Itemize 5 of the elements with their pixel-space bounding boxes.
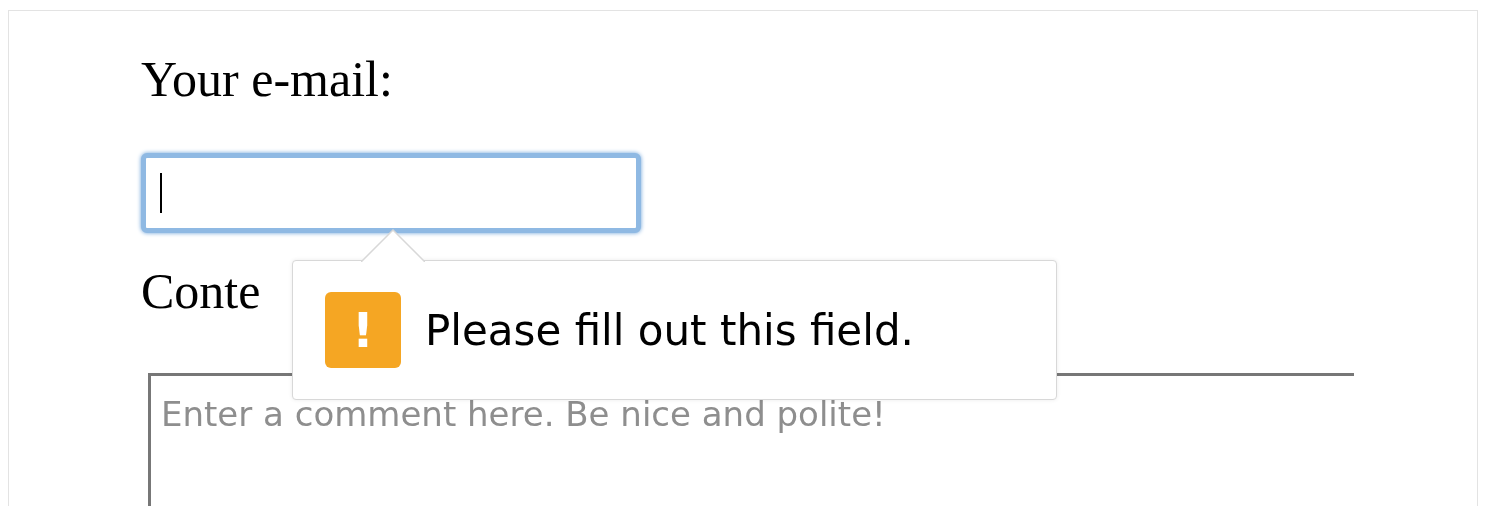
- tooltip-message: Please fill out this field.: [425, 304, 914, 357]
- text-caret: [160, 173, 162, 213]
- content-label: Conte: [141, 262, 262, 321]
- warning-icon: !: [325, 292, 401, 368]
- email-label: Your e-mail:: [141, 50, 394, 109]
